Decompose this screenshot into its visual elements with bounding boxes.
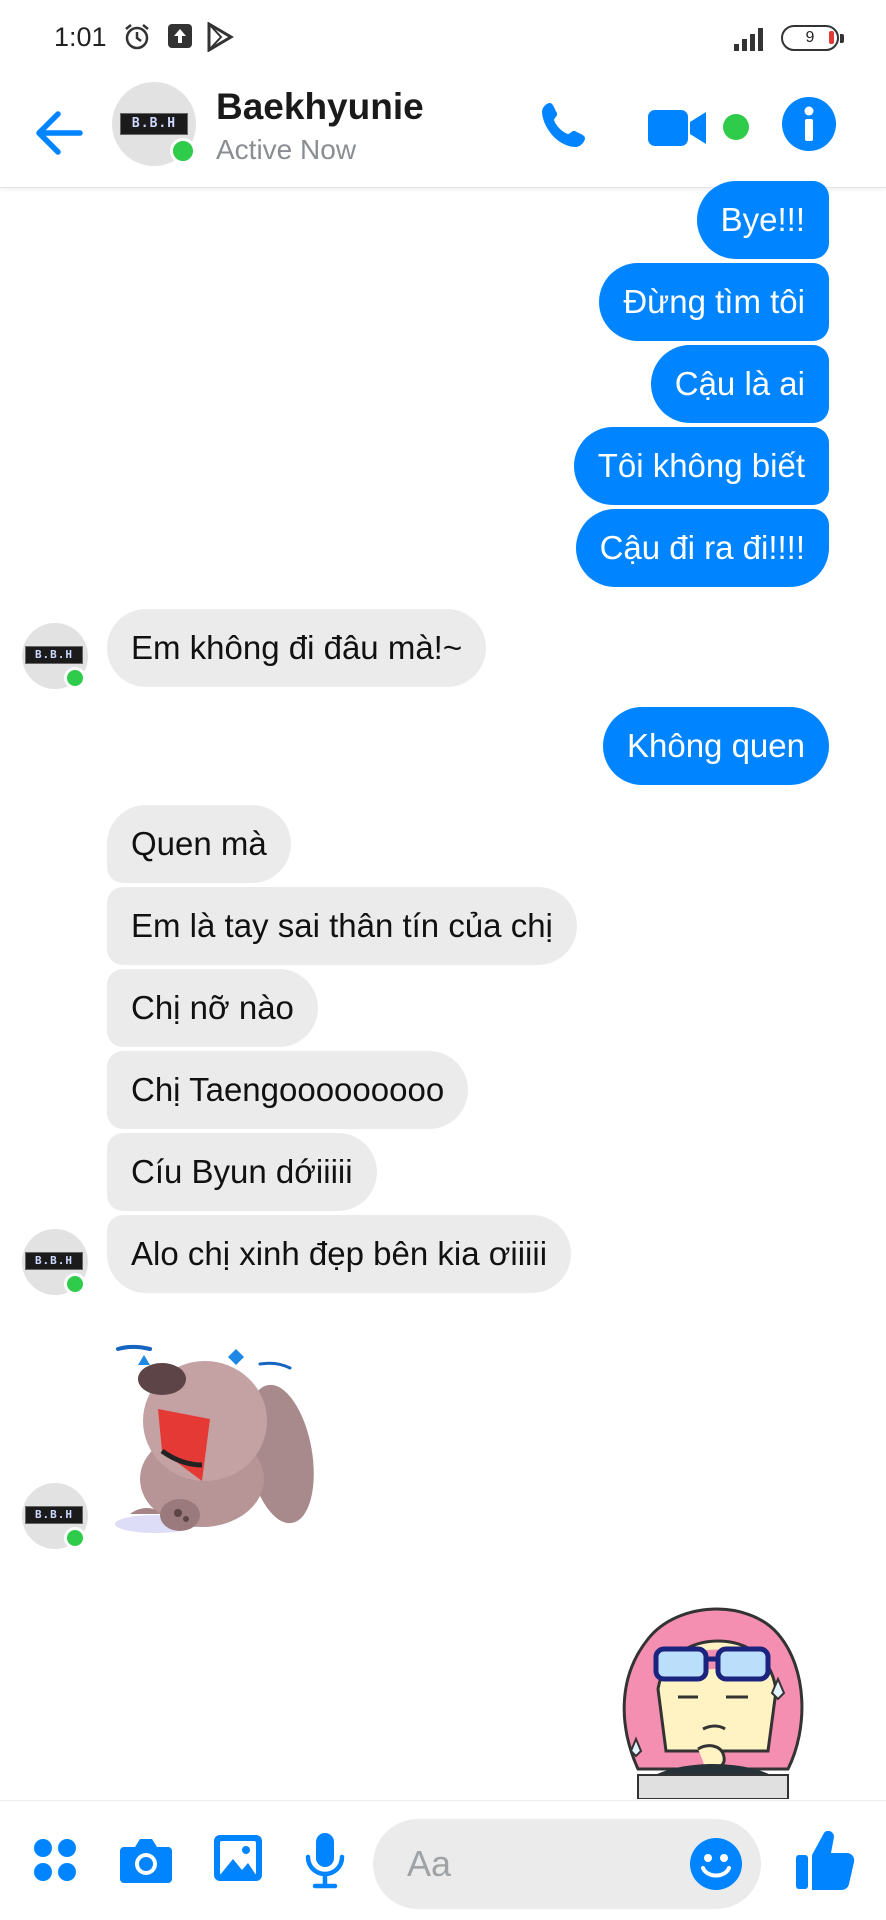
info-icon[interactable] xyxy=(781,96,837,152)
contact-avatar-small[interactable]: B.B.H xyxy=(22,1229,88,1295)
contact-avatar-small[interactable]: B.B.H xyxy=(22,623,88,689)
message-bubble-incoming[interactable]: Cíu Byun dớiiiii xyxy=(107,1133,377,1211)
alarm-icon xyxy=(125,24,149,50)
avatar-logo: B.B.H xyxy=(120,113,188,135)
contact-name[interactable]: Baekhyunie xyxy=(216,86,424,128)
video-available-indicator xyxy=(723,114,749,140)
emoji-icon[interactable] xyxy=(689,1837,743,1891)
battery-icon: 9 xyxy=(781,25,844,51)
upload-icon xyxy=(168,24,192,48)
video-call-icon[interactable] xyxy=(646,98,710,158)
thumbs-up-icon[interactable] xyxy=(794,1827,856,1891)
message-thread[interactable]: Bye!!! Đừng tìm tôi Cậu là ai Tôi không … xyxy=(0,181,886,1799)
contact-status: Active Now xyxy=(216,134,357,165)
message-bubble-incoming[interactable]: Chị nỡ nào xyxy=(107,969,318,1047)
play-store-icon xyxy=(207,22,234,52)
camera-icon[interactable] xyxy=(118,1835,174,1885)
message-input[interactable]: Aa xyxy=(373,1819,761,1909)
gallery-icon[interactable] xyxy=(212,1833,264,1883)
message-bubble-incoming[interactable]: Em là tay sai thân tín của chị xyxy=(107,887,577,965)
message-bubble-outgoing[interactable]: Cậu đi ra đi!!!! xyxy=(575,509,829,587)
message-bubble-outgoing[interactable]: Cậu là ai xyxy=(650,345,829,423)
online-indicator xyxy=(64,1527,86,1549)
thinking-girl-sticker[interactable] xyxy=(618,1579,806,1799)
message-composer: Aa xyxy=(0,1800,886,1920)
message-bubble-outgoing[interactable]: Không quen xyxy=(602,707,829,785)
message-bubble-incoming[interactable]: Chị Taengooooooooo xyxy=(107,1051,469,1129)
online-indicator xyxy=(64,1273,86,1295)
message-bubble-outgoing[interactable]: Đừng tìm tôi xyxy=(599,263,829,341)
message-input-placeholder: Aa xyxy=(407,1843,452,1884)
contact-avatar-small[interactable]: B.B.H xyxy=(22,1483,88,1549)
message-bubble-outgoing[interactable]: Bye!!! xyxy=(696,181,829,259)
battery-level: 9 xyxy=(805,29,815,46)
avatar-logo: B.B.H xyxy=(25,1252,83,1270)
status-time: 1:01 xyxy=(54,22,107,52)
message-bubble-incoming[interactable]: Alo chị xinh đẹp bên kia ơiiiii xyxy=(107,1215,572,1293)
conversation-header: B.B.H Baekhyunie Active Now xyxy=(0,78,886,188)
online-indicator xyxy=(170,138,196,164)
crying-dog-sticker[interactable] xyxy=(110,1329,340,1539)
back-arrow-icon[interactable] xyxy=(28,98,98,168)
phone-call-icon[interactable] xyxy=(536,98,596,158)
contact-avatar[interactable]: B.B.H xyxy=(112,82,196,166)
online-indicator xyxy=(64,667,86,689)
apps-icon[interactable] xyxy=(32,1837,78,1883)
avatar-logo: B.B.H xyxy=(25,646,83,664)
status-bar: 1:01 9 xyxy=(0,0,886,78)
message-bubble-incoming[interactable]: Quen mà xyxy=(107,805,291,883)
message-bubble-outgoing[interactable]: Tôi không biết xyxy=(573,427,829,505)
signal-icon xyxy=(734,28,763,51)
message-bubble-incoming[interactable]: Em không đi đâu mà!~ xyxy=(107,609,487,687)
avatar-logo: B.B.H xyxy=(25,1506,83,1524)
microphone-icon[interactable] xyxy=(304,1831,346,1889)
